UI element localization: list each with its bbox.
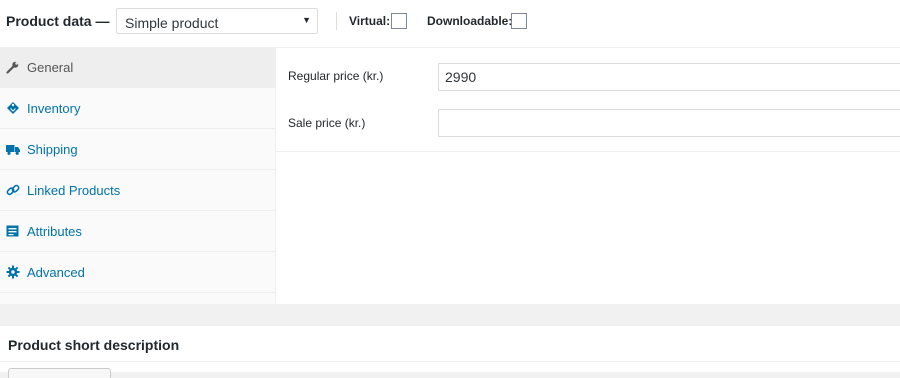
regular-price-input[interactable]: 2990 [438,63,900,91]
tab-general[interactable]: General [0,47,275,88]
product-data-tabs: General Inventory Shipping Linked Produc… [0,47,276,304]
list-icon [6,225,19,237]
tab-label: Linked Products [27,183,121,198]
sale-price-input[interactable] [438,109,900,137]
tab-label: Inventory [27,101,81,116]
product-type-value: Simple product [125,15,219,31]
downloadable-label: Downloadable: [427,14,513,28]
virtual-checkbox[interactable] [391,13,407,29]
general-fields: Regular price (kr.) 2990 Sale price (kr.… [276,47,900,152]
tab-inventory[interactable]: Inventory [0,88,275,129]
tab-shipping[interactable]: Shipping [0,129,275,170]
wrench-icon [6,61,19,74]
product-data-title: Product data — [6,13,110,29]
tab-label: Advanced [27,265,85,280]
product-short-description-box: Product short description [0,326,900,378]
tag-icon [7,102,19,114]
divider [0,361,900,362]
sale-price-label: Sale price (kr.) [288,116,366,130]
tab-label: General [27,60,74,75]
tab-advanced[interactable]: Advanced [0,252,275,293]
add-media-button[interactable] [8,368,111,378]
product-data-header: Product data — Simple product ▼ Virtual:… [0,0,900,48]
truck-icon [6,145,20,155]
gear-icon [6,265,20,279]
regular-price-label: Regular price (kr.) [288,69,384,83]
tab-linked-products[interactable]: Linked Products [0,170,275,211]
short-description-title: Product short description [8,337,180,353]
chevron-down-icon: ▼ [302,15,311,25]
product-type-select[interactable]: Simple product ▼ [116,8,318,34]
tab-attributes[interactable]: Attributes [0,211,275,252]
link-icon [6,184,20,196]
virtual-label: Virtual: [349,14,391,28]
header-divider [336,12,337,30]
tab-label: Shipping [27,142,78,157]
downloadable-checkbox[interactable] [511,13,527,29]
tab-label: Attributes [27,224,82,239]
product-data-panel: Product data — Simple product ▼ Virtual:… [0,0,900,304]
